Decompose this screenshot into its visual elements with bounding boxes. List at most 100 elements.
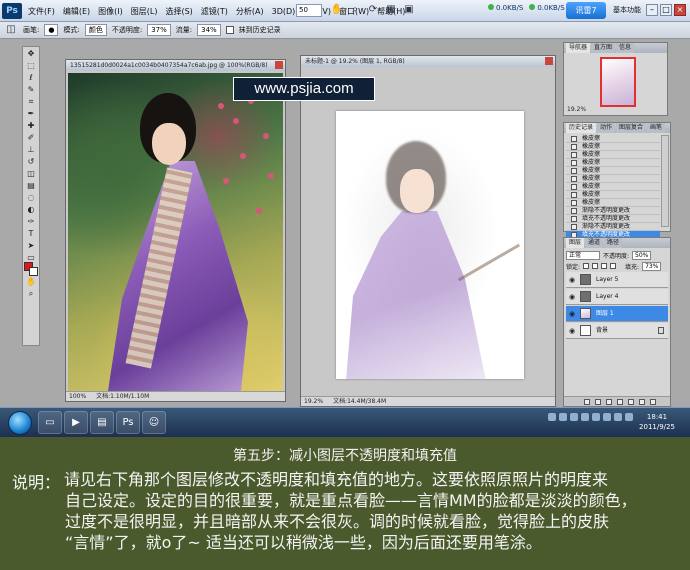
dodge-tool-icon[interactable]: ◐ [24,205,38,215]
edited-canvas[interactable] [336,111,524,379]
marquee-tool-icon[interactable]: ⬚ [24,61,38,71]
eye-icon[interactable]: ◉ [568,276,576,284]
maximize-icon[interactable]: □ [660,4,672,16]
tray-icon[interactable] [614,413,622,421]
media-player-icon[interactable]: ▶ [64,411,88,434]
blend-mode-select[interactable]: 正常 [566,250,600,260]
panel-tab[interactable]: 路径 [604,238,623,248]
zoom-tool-icon[interactable]: ⌕ [348,3,362,17]
history-item[interactable]: 橡皮擦 [566,135,660,143]
menu-item[interactable]: 3D(D) [272,7,296,16]
history-item[interactable]: 橡皮擦 [566,143,660,151]
history-checkbox[interactable] [225,26,234,34]
menu-item[interactable]: 图像(I) [98,6,123,17]
layer-row[interactable]: ◉ 背景 [566,323,668,339]
background-color-swatch[interactable] [29,267,38,276]
history-item[interactable]: 渐隐不透明度更改 [566,207,660,215]
minimize-icon[interactable]: – [646,4,658,16]
arrange-documents-icon[interactable]: ▦ [384,3,398,17]
navigator-view-box[interactable] [600,57,636,107]
layer-mask-icon[interactable] [606,398,612,405]
panel-tab[interactable]: 直方图 [591,43,616,53]
explorer-icon[interactable]: ▭ [38,411,62,434]
fill-field[interactable]: 73% [642,261,662,271]
xunlei-button[interactable]: 讯雷7 [566,2,606,19]
panel-tab[interactable]: 画笔 [647,123,666,133]
menu-item[interactable]: 编辑(E) [63,6,90,17]
hand-tool-icon[interactable]: ✋ [24,277,38,287]
lock-pixels-icon[interactable] [592,263,599,269]
tray-icon[interactable] [559,413,567,421]
move-tool-icon[interactable]: ✥ [24,49,38,59]
new-group-icon[interactable] [628,398,634,405]
mode-select[interactable]: 颜色 [84,24,107,36]
zoom-select[interactable]: 50 [296,4,322,17]
menu-item[interactable]: 滤镜(T) [201,6,228,17]
new-layer-icon[interactable] [639,398,645,405]
history-item[interactable]: 填充不透明度更改 [566,215,660,223]
crop-tool-icon[interactable]: ⌗ [24,97,38,107]
panel-tab[interactable]: 图层 [566,238,585,248]
status-zoom[interactable]: 19.2% [304,397,323,406]
menu-item[interactable]: 文件(F) [28,6,55,17]
link-layers-icon[interactable] [584,398,590,405]
eraser-tool-icon[interactable]: ◫ [24,169,38,179]
rotate-view-icon[interactable]: ⟳ [366,3,380,17]
type-tool-icon[interactable]: T [24,229,38,239]
eraser-tool-icon[interactable]: ◫ [4,23,18,37]
status-zoom[interactable]: 100% [69,392,86,401]
history-item[interactable]: 橡皮擦 [566,151,660,159]
blur-tool-icon[interactable]: ◌ [24,193,38,203]
start-button-icon[interactable] [8,411,32,435]
navigator-zoom[interactable]: 19.2% [567,106,586,113]
quick-select-tool-icon[interactable]: ✎ [24,85,38,95]
brush-picker[interactable]: ● [44,24,59,36]
gradient-tool-icon[interactable]: ▤ [24,181,38,191]
history-item[interactable]: 橡皮擦 [566,183,660,191]
eye-icon[interactable]: ◉ [568,310,576,318]
lock-all-icon[interactable] [610,263,617,269]
eye-icon[interactable]: ◉ [568,327,576,335]
folder-icon[interactable]: ▤ [90,411,114,434]
brush-tool-icon[interactable]: ✐ [24,133,38,143]
panel-tab[interactable]: 历史记录 [566,123,597,133]
tray-icon[interactable] [570,413,578,421]
opacity-field[interactable]: 37% [147,24,171,36]
panel-tab[interactable]: 导航器 [566,43,591,53]
tray-icon[interactable] [603,413,611,421]
menu-item[interactable]: 分析(A) [236,6,264,17]
close-icon[interactable] [275,61,283,69]
screen-mode-icon[interactable]: ▣ [402,3,416,17]
system-clock[interactable]: 18:41 2011/9/25 [628,412,686,432]
history-scrollbar[interactable] [661,135,669,227]
panel-tab[interactable]: 动作 [597,123,616,133]
history-item[interactable]: 橡皮擦 [566,167,660,175]
qq-icon[interactable]: ☺ [142,411,166,434]
lock-transparency-icon[interactable] [583,263,590,269]
history-item[interactable]: 橡皮擦 [566,191,660,199]
document-window-edited[interactable]: 未标题-1 @ 19.2% (图层 1, RGB/8) 19.2% 文档:14.… [300,55,556,407]
healing-tool-icon[interactable]: ✚ [24,121,38,131]
photoshop-task-icon[interactable]: Ps [116,411,140,434]
path-select-tool-icon[interactable]: ➤ [24,241,38,251]
tray-icon[interactable] [581,413,589,421]
history-item[interactable]: 橡皮擦 [566,175,660,183]
flow-field[interactable]: 34% [197,24,221,36]
hand-tool-icon[interactable]: ✋ [330,3,344,17]
layer-style-icon[interactable] [595,398,601,405]
eyedropper-tool-icon[interactable]: ✒ [24,109,38,119]
document-window-original[interactable]: 13515281d0d0024a1c0034b0407354a7c6ab.jpg… [65,59,286,402]
layer-row[interactable]: ◉ Layer 5 [566,272,668,288]
layer-opacity-field[interactable]: 50% [632,250,652,260]
history-item[interactable]: 橡皮擦 [566,199,660,207]
menu-item[interactable]: 图层(L) [131,6,158,17]
clone-stamp-tool-icon[interactable]: ⊥ [24,145,38,155]
close-icon[interactable]: × [674,4,686,16]
workspace-switcher[interactable]: 基本功能 [613,5,641,15]
history-brush-tool-icon[interactable]: ↺ [24,157,38,167]
menu-item[interactable]: 选择(S) [165,6,192,17]
lasso-tool-icon[interactable]: ℓ [24,73,38,83]
panel-tab[interactable]: 图层复合 [616,123,647,133]
tray-icon[interactable] [592,413,600,421]
layer-row[interactable]: ◉ 图层 1 [566,306,668,322]
